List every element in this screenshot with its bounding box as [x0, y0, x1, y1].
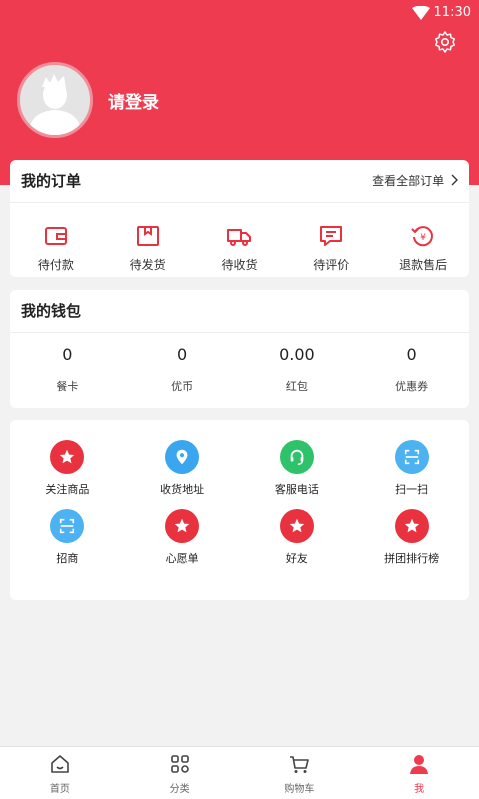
bottom-tab-bar: 首页 分类 购物车 我: [0, 746, 479, 799]
tab-label: 分类: [169, 784, 190, 795]
settings-gear-icon[interactable]: [433, 30, 457, 54]
wallet-meal-card[interactable]: 0 餐卡: [17, 333, 117, 394]
wallet-label: 红包: [285, 380, 308, 393]
view-all-orders-link[interactable]: 查看全部订单: [372, 160, 459, 202]
user-icon: [410, 755, 429, 774]
wifi-icon: [411, 5, 430, 20]
order-pending-payment[interactable]: 待付款: [16, 203, 96, 273]
tool-label: 招商: [56, 552, 79, 565]
orders-card: 我的订单 查看全部订单 待付款 待发货 待收货 待评价 ¥ 退款售后: [10, 160, 469, 277]
tab-home[interactable]: 首页: [0, 747, 120, 799]
profile-header: 11:30 请登录: [0, 0, 479, 185]
wallet-card: 我的钱包 0 餐卡 0 优币 0.00 红包 0 优惠券: [10, 290, 469, 408]
order-pending-shipment[interactable]: 待发货: [108, 203, 188, 273]
star-icon: [165, 509, 200, 543]
wallet-red-packet[interactable]: 0.00 红包: [247, 333, 347, 394]
wallet-label: 优惠券: [395, 380, 429, 393]
orders-title: 我的订单: [21, 172, 82, 190]
tool-merchant[interactable]: 招商: [10, 509, 125, 566]
order-item-label: 待收货: [221, 258, 258, 272]
order-item-label: 待评价: [313, 258, 350, 272]
wallet-label: 优币: [171, 380, 194, 393]
refund-icon: ¥: [411, 226, 434, 247]
headset-icon: [279, 440, 314, 474]
tool-label: 拼团排行榜: [384, 552, 440, 565]
home-icon: [51, 755, 69, 773]
package-icon: [136, 226, 159, 246]
star-icon: [394, 509, 429, 543]
wallet-value: 0: [177, 345, 188, 364]
star-icon: [50, 440, 85, 474]
comment-icon: [320, 226, 343, 246]
tab-cart[interactable]: 购物车: [240, 747, 360, 799]
wallet-value: 0.00: [279, 345, 315, 364]
wallet-coupons[interactable]: 0 优惠券: [362, 333, 462, 394]
tab-label: 首页: [49, 784, 70, 795]
status-bar: 11:30: [411, 5, 471, 20]
wallet-icon: [44, 227, 67, 245]
tool-address[interactable]: 收货地址: [125, 440, 240, 497]
order-pending-receipt[interactable]: 待收货: [199, 203, 279, 273]
wallet-value: 0: [406, 345, 417, 364]
order-refund-aftersale[interactable]: ¥ 退款售后: [383, 203, 463, 273]
avatar-placeholder-icon: [28, 74, 82, 135]
order-item-label: 待发货: [129, 258, 166, 272]
scan-icon: [394, 440, 429, 474]
tool-label: 客服电话: [274, 483, 319, 496]
tool-label: 扫一扫: [395, 483, 429, 496]
view-all-orders-label: 查看全部订单: [372, 174, 445, 188]
tool-wishlist[interactable]: 心愿单: [125, 509, 240, 566]
wallet-title: 我的钱包: [10, 290, 469, 333]
location-icon: [165, 440, 200, 474]
tool-label: 心愿单: [165, 552, 199, 565]
scan-icon: [50, 509, 85, 543]
tool-group-ranking[interactable]: 拼团排行榜: [354, 509, 469, 566]
wallet-label: 餐卡: [56, 380, 79, 393]
tool-scan[interactable]: 扫一扫: [354, 440, 469, 497]
orders-header: 我的订单 查看全部订单: [10, 160, 469, 203]
tool-friends[interactable]: 好友: [240, 509, 355, 566]
tool-label: 收货地址: [160, 483, 205, 496]
tab-category[interactable]: 分类: [120, 747, 240, 799]
wallet-value: 0: [62, 345, 73, 364]
cart-icon: [290, 756, 310, 773]
svg-text:¥: ¥: [420, 233, 426, 243]
tool-label: 关注商品: [45, 483, 90, 496]
tool-label: 好友: [285, 552, 308, 565]
tools-card: 关注商品 收货地址 客服电话 扫一扫 招商 心愿单 好友 拼团排行榜: [10, 420, 469, 600]
truck-icon: [227, 229, 252, 246]
status-time: 11:30: [433, 5, 471, 20]
order-item-label: 退款售后: [399, 258, 448, 272]
wallet-coins[interactable]: 0 优币: [132, 333, 232, 394]
tab-label: 购物车: [284, 784, 315, 795]
category-icon: [170, 755, 189, 773]
tool-customer-service[interactable]: 客服电话: [240, 440, 355, 497]
tool-favorites[interactable]: 关注商品: [10, 440, 125, 497]
order-item-label: 待付款: [37, 258, 74, 272]
tab-label: 我: [414, 784, 425, 795]
avatar[interactable]: [17, 62, 93, 138]
star-icon: [279, 509, 314, 543]
order-pending-review[interactable]: 待评价: [291, 203, 371, 273]
chevron-right-icon: [451, 174, 458, 186]
login-link[interactable]: 请登录: [108, 88, 159, 113]
tab-me[interactable]: 我: [359, 747, 479, 799]
